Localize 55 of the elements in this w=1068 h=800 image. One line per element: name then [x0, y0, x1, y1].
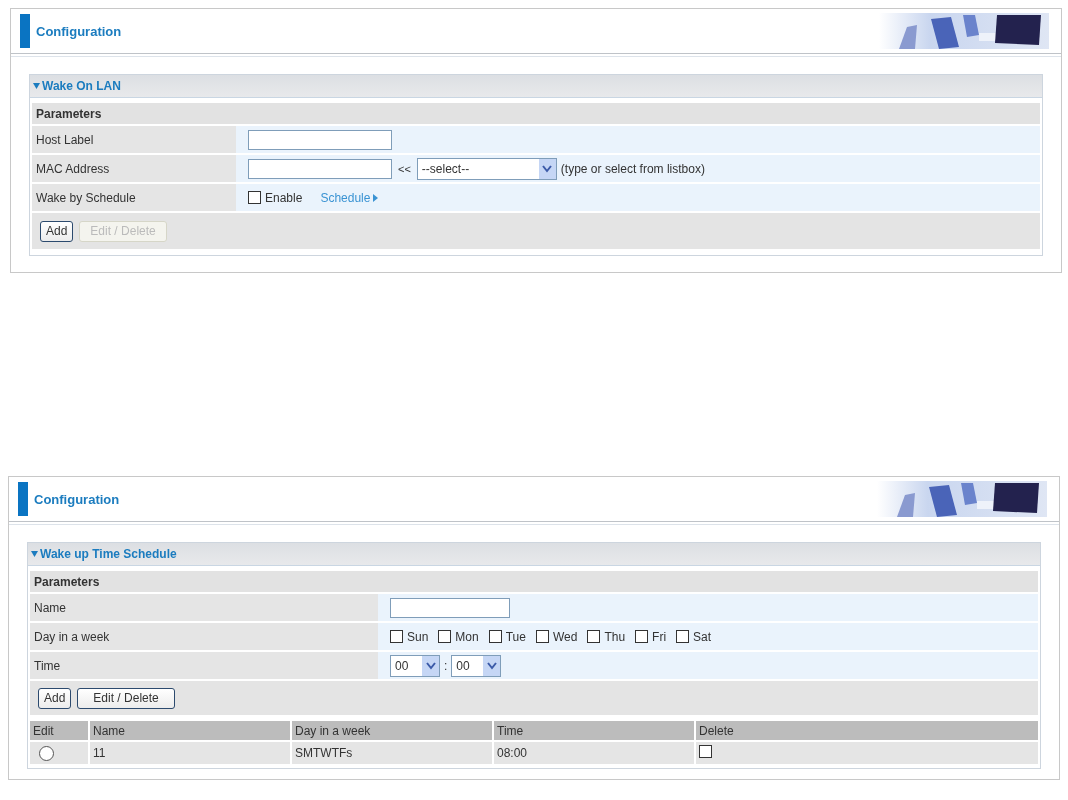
table-cell: SMTWTFs	[292, 742, 492, 764]
column-header: Name	[90, 721, 290, 740]
title-accent-bar	[18, 482, 28, 516]
checkbox-label: Enable	[265, 190, 303, 205]
radio-button[interactable]	[39, 745, 54, 761]
checkbox[interactable]	[390, 630, 403, 643]
dropdown[interactable]: --select--	[416, 157, 557, 180]
parameters-header: Parameters	[32, 103, 1040, 124]
separator-text: :	[444, 658, 448, 673]
hint-text: (type or select from listbox)	[560, 161, 705, 176]
day-label: Fri	[652, 629, 667, 644]
field-label: Name	[30, 594, 378, 621]
action-button[interactable]: Add	[38, 687, 72, 709]
section-header[interactable]: Wake On LAN	[30, 75, 1042, 98]
checkbox[interactable]	[587, 630, 601, 643]
dropdown[interactable]: 00	[390, 654, 440, 677]
action-button[interactable]: Add	[40, 220, 74, 242]
triangle-icon	[31, 551, 38, 557]
title-accent-bar	[20, 14, 30, 48]
separator-text: <<	[398, 162, 411, 175]
column-header: Delete	[696, 721, 1038, 740]
field-label: Time	[30, 652, 378, 679]
text-field[interactable]	[248, 129, 392, 150]
table-cell: 11	[90, 742, 290, 764]
checkbox[interactable]	[699, 745, 712, 758]
day-label: Thu	[604, 629, 626, 644]
field-label: Day in a week	[30, 623, 378, 650]
checkbox[interactable]	[676, 630, 690, 643]
day-label: Mon	[455, 629, 479, 644]
column-header: Edit	[30, 721, 88, 740]
day-label: Sun	[407, 629, 429, 644]
field-label: MAC Address	[32, 155, 236, 182]
parameters-header: Parameters	[30, 571, 1038, 592]
triangle-icon	[373, 193, 379, 202]
section-header[interactable]: Wake up Time Schedule	[28, 543, 1040, 566]
panel-title: Configuration	[36, 23, 122, 39]
table-cell: 08:00	[494, 742, 694, 764]
checkbox[interactable]	[635, 630, 649, 643]
day-label: Sat	[693, 629, 712, 644]
day-label: Wed	[552, 629, 578, 644]
field-label: Wake by Schedule	[32, 184, 236, 211]
day-label: Tue	[505, 629, 526, 644]
triangle-icon	[33, 83, 40, 89]
panel-title: Configuration	[34, 491, 120, 507]
column-header: Day in a week	[292, 721, 492, 740]
checkbox[interactable]	[248, 191, 261, 204]
checkbox[interactable]	[488, 630, 502, 643]
text-field[interactable]	[390, 597, 510, 618]
mac-address-field[interactable]	[248, 158, 392, 179]
column-header: Time	[494, 721, 694, 740]
dropdown[interactable]: 00	[451, 654, 502, 677]
checkbox[interactable]	[438, 630, 452, 643]
action-button[interactable]: Edit / Delete	[77, 687, 175, 709]
checkbox[interactable]	[535, 630, 549, 643]
field-label: Host Label	[32, 126, 236, 153]
